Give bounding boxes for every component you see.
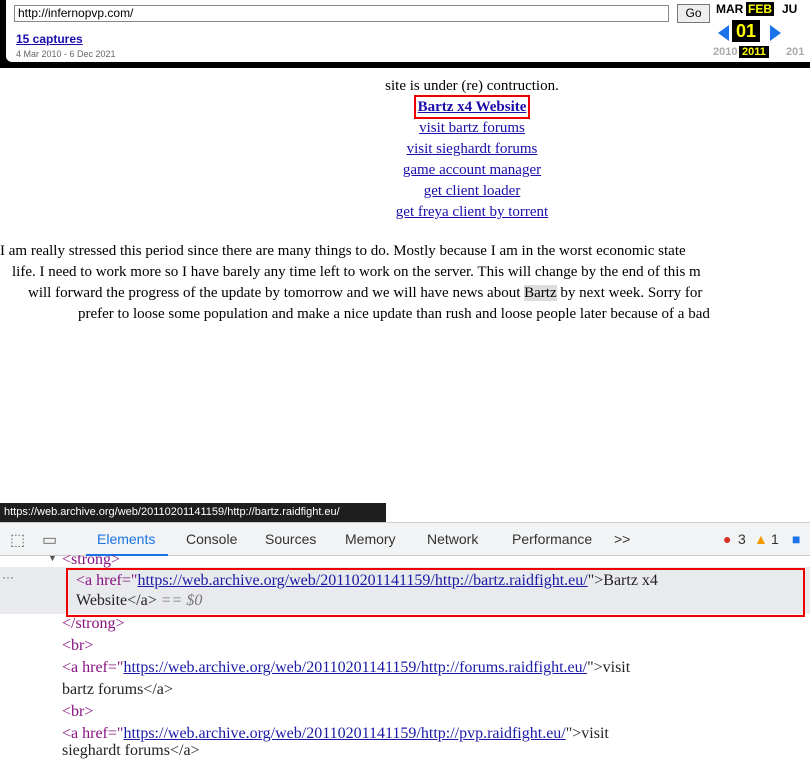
link-sieghardt-forums[interactable]: visit sieghardt forums [407,141,538,157]
link-account-manager-wrap: game account manager [0,162,810,179]
code-a3-line[interactable]: <a href="https://web.archive.org/web/201… [62,725,609,743]
construction-notice: site is under (re) contruction. [385,78,559,94]
code-a2-open: <a href=" [62,659,124,676]
para-line-3-b: by next week. Sorry for [556,285,703,301]
next-capture-icon[interactable] [770,25,781,41]
tab-network[interactable]: Network [427,531,478,547]
tab-performance[interactable]: Performance [512,531,592,547]
code-br-1[interactable]: <br> [62,637,93,655]
link-freya-torrent[interactable]: get freya client by torrent [396,204,548,220]
month-next[interactable]: JU [782,2,797,16]
link-bartz-website[interactable]: Bartz x4 Website [413,95,531,119]
tab-elements[interactable]: Elements [97,531,155,547]
go-button[interactable]: Go [677,4,710,23]
code-a2-close: ">visit [587,659,631,676]
collapse-caret-icon[interactable]: ▼ [48,553,57,563]
code-a2-text2: bartz forums</a> [62,681,173,698]
link-freya-torrent-wrap: get freya client by torrent [0,204,810,221]
tab-console[interactable]: Console [186,531,237,547]
link-status-bar: https://web.archive.org/web/201102011411… [0,503,386,522]
device-toolbar-icon[interactable]: ▭ [42,530,57,550]
messages-icon[interactable]: ■ [792,531,800,547]
link-client-loader[interactable]: get client loader [424,183,521,199]
code-br-2[interactable]: <br> [62,703,93,721]
code-a3-text2: sieghardt forums</a> [62,742,200,759]
link-sieghardt-forums-wrap: visit sieghardt forums [0,141,810,158]
highlight-box [66,568,805,617]
wayback-toolbar: http://infernopvp.com/ Go 15 captures 4 … [0,0,810,68]
tab-memory[interactable]: Memory [345,531,396,547]
code-a2-line[interactable]: <a href="https://web.archive.org/web/201… [62,659,630,677]
link-bartz-forums-wrap: visit bartz forums [0,120,810,137]
year-current: 2011 [739,46,769,58]
more-tabs-button[interactable]: >> [614,531,630,547]
para-line-3-a: will forward the progress of the update … [28,285,525,301]
link-bartz-website-wrap: Bartz x4 Website [0,95,810,119]
code-strong-close[interactable]: </strong> [62,615,125,633]
link-account-manager[interactable]: game account manager [403,162,541,178]
code-a3-href[interactable]: https://web.archive.org/web/201102011411… [123,725,565,742]
link-client-loader-wrap: get client loader [0,183,810,200]
code-a3-close: ">visit [565,725,609,742]
link-bartz-forums[interactable]: visit bartz forums [419,120,525,136]
year-prev[interactable]: 2010 [713,46,737,58]
devtools-toolbar: ⬚ ▭ Elements Console Sources Memory Netw… [0,522,810,556]
code-strong-open[interactable]: <strong> [62,551,120,569]
more-options-icon[interactable]: ··· [2,570,14,584]
announcement-paragraph: I am really stressed this period since t… [0,241,810,325]
capture-day: 01 [732,20,760,42]
month-prev[interactable]: MAR [716,2,743,16]
year-next[interactable]: 201 [786,46,804,58]
error-count: 3 [738,531,746,547]
prev-capture-icon[interactable] [718,25,729,41]
captures-link[interactable]: 15 captures [16,32,83,46]
code-a2-text[interactable]: bartz forums</a> [62,681,173,699]
para-line-1: I am really stressed this period since t… [0,243,686,259]
para-line-3: will forward the progress of the update … [0,283,810,304]
code-a3-open: <a href=" [62,725,124,742]
capture-range: 4 Mar 2010 - 6 Dec 2021 [16,49,116,59]
para-line-4: prefer to loose some population and make… [78,306,710,322]
inspect-element-icon[interactable]: ⬚ [10,530,25,550]
month-current: FEB [746,2,774,16]
error-icon[interactable]: ● [723,531,731,547]
wayback-url-input[interactable]: http://infernopvp.com/ [14,5,669,22]
tab-sources[interactable]: Sources [265,531,316,547]
highlight-bartz: Bartz [524,285,557,301]
para-line-2: life. I need to work more so I have bare… [12,264,701,280]
code-a3-text[interactable]: sieghardt forums</a> [62,742,200,760]
warning-icon[interactable]: ▲ [754,531,768,547]
warning-count: 1 [771,531,779,547]
code-a2-href[interactable]: https://web.archive.org/web/201102011411… [123,659,587,676]
wayback-panel: http://infernopvp.com/ Go 15 captures 4 … [6,0,810,62]
